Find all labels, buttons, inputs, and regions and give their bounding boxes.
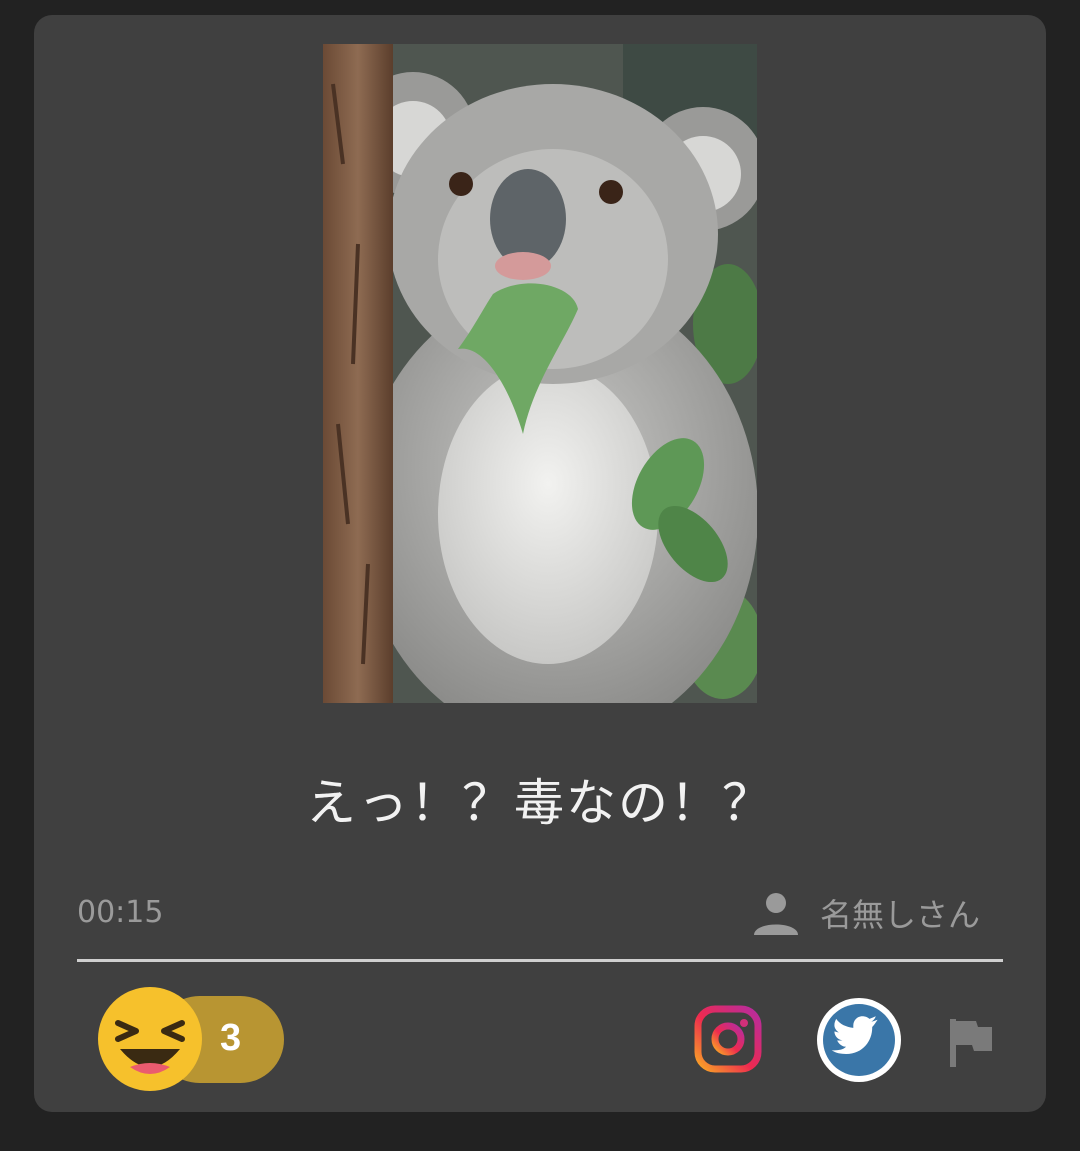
post-card: えっ！？毒なの！？ 00:15 名無しさん 3 <box>34 15 1046 1112</box>
post-author: 名無しさん <box>752 889 980 937</box>
post-image[interactable] <box>323 44 757 703</box>
reaction-count: 3 <box>220 1017 242 1059</box>
post-time: 00:15 <box>77 895 164 930</box>
person-icon <box>753 893 798 935</box>
instagram-icon[interactable] <box>694 1005 762 1073</box>
twitter-icon[interactable] <box>814 995 904 1085</box>
author-name: 名無しさん <box>819 896 980 934</box>
post-caption: えっ！？毒なの！？ <box>306 774 774 832</box>
flag-icon[interactable] <box>946 1015 996 1069</box>
divider <box>77 959 1003 962</box>
koala-photo <box>323 44 757 703</box>
laughing-face-icon <box>98 987 202 1091</box>
